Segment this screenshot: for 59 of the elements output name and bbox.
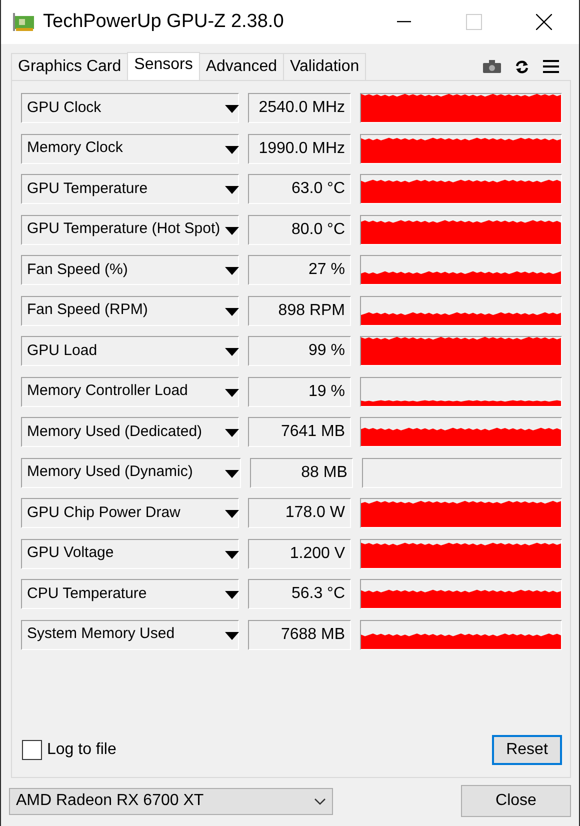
sensor-dropdown[interactable]: GPU Temperature (Hot Spot) (21, 214, 239, 244)
caret-icon (225, 591, 239, 599)
sensor-value: 88 MB (250, 458, 354, 488)
checkbox-label: Log to file (47, 740, 116, 760)
caret-icon (225, 550, 239, 558)
sensor-value: 63.0 °C (248, 174, 351, 204)
caret-icon (225, 632, 239, 640)
tab[interactable]: Validation (283, 53, 366, 80)
caret-icon (225, 226, 239, 234)
sensor-dropdown[interactable]: GPU Load (21, 336, 239, 366)
sensor-value: 19 % (248, 376, 351, 406)
sensor-value: 178.0 W (248, 498, 351, 528)
sensor-value: 1.200 V (248, 538, 351, 568)
sensor-dropdown[interactable]: Fan Speed (RPM) (21, 296, 239, 326)
caret-icon (225, 105, 239, 113)
sensor-value: 56.3 °C (248, 579, 351, 609)
sensor-dropdown[interactable]: Memory Used (Dynamic) (21, 458, 241, 488)
caret-icon (225, 429, 239, 437)
sensor-dropdown[interactable]: Fan Speed (%) (21, 255, 239, 285)
sensor-dropdown[interactable]: GPU Temperature (21, 174, 239, 204)
maximize-icon (466, 14, 482, 30)
close-icon (536, 14, 552, 30)
refresh-icon[interactable] (515, 60, 529, 74)
sensor-value: 2540.0 MHz (248, 93, 351, 123)
window-title: TechPowerUp GPU-Z 2.38.0 (43, 10, 285, 34)
checkbox[interactable] (22, 740, 42, 760)
caret-icon (225, 308, 239, 316)
sensor-value: 27 % (248, 255, 351, 285)
device-dropdown[interactable]: AMD Radeon RX 6700 XT (9, 788, 333, 814)
app-icon (13, 13, 35, 31)
sensor-dropdown[interactable]: CPU Temperature (21, 579, 239, 609)
sensor-value: 7688 MB (248, 620, 351, 650)
sensor-value: 99 % (248, 336, 351, 366)
tab[interactable]: Graphics Card (11, 53, 128, 80)
caret-icon (225, 470, 239, 478)
minimize-icon (397, 21, 411, 23)
menu-icon[interactable] (543, 60, 559, 74)
sensor-dropdown[interactable]: GPU Clock (21, 93, 239, 123)
caret-icon (225, 348, 239, 356)
sensor-value: 80.0 °C (248, 214, 351, 244)
sensor-dropdown[interactable]: Memory Used (Dedicated) (21, 417, 239, 447)
sensor-dropdown[interactable]: GPU Chip Power Draw (21, 498, 239, 528)
chevron-icon (314, 798, 326, 804)
sensor-dropdown[interactable]: Memory Controller Load (21, 376, 239, 406)
caret-icon (225, 267, 239, 275)
sensor-dropdown[interactable]: GPU Voltage (21, 538, 239, 568)
tab[interactable]: Sensors (127, 52, 200, 80)
caret-icon (225, 510, 239, 518)
sensor-dropdown[interactable]: Memory Clock (21, 134, 239, 164)
camera-icon[interactable] (483, 60, 501, 74)
sensor-dropdown[interactable]: System Memory Used (21, 620, 239, 650)
sensor-value: 7641 MB (248, 417, 351, 447)
caret-icon (225, 186, 239, 194)
reset-button[interactable]: Reset (492, 735, 562, 765)
sensor-value: 898 RPM (248, 296, 351, 326)
sensor-value: 1990.0 MHz (248, 134, 351, 164)
close-button[interactable]: Close (461, 785, 571, 817)
caret-icon (225, 146, 239, 154)
caret-icon (225, 388, 239, 396)
